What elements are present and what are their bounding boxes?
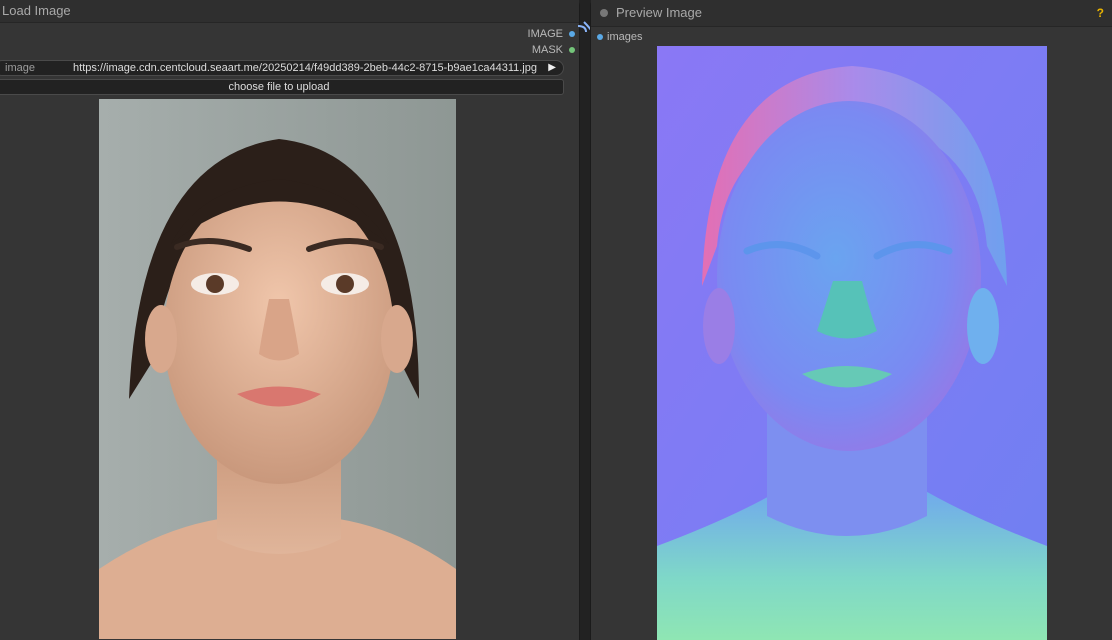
image-combo-widget[interactable]: image https://image.cdn.centcloud.seaart… (0, 60, 564, 76)
input-images-slot[interactable] (597, 34, 603, 40)
image-widget-label: image (5, 62, 35, 74)
load-image-title-bar[interactable]: Load Image (0, 0, 579, 23)
preview-normal-map-image (657, 46, 1047, 640)
load-image-node[interactable]: Load Image IMAGE MASK image https://imag… (0, 0, 579, 640)
preview-image-title: Preview Image (616, 5, 702, 20)
image-widget-value: https://image.cdn.centcloud.seaart.me/20… (73, 62, 537, 74)
choose-file-upload-button[interactable]: choose file to upload (0, 79, 564, 95)
input-images-label: images (607, 31, 643, 43)
load-image-title: Load Image (2, 3, 71, 18)
play-right-icon[interactable]: ▶ (548, 62, 556, 73)
output-image-slot[interactable] (569, 31, 575, 37)
output-image-label: IMAGE (527, 28, 563, 40)
question-mark-icon[interactable]: ? (1097, 6, 1104, 20)
output-mask-label: MASK (531, 44, 563, 56)
node-collapse-dot-icon[interactable] (600, 9, 608, 17)
output-mask-slot[interactable] (569, 47, 575, 53)
preview-image-node[interactable]: Preview Image ? images (591, 0, 1112, 640)
preview-image-title-bar[interactable]: Preview Image ? (591, 0, 1112, 27)
source-portrait-image (99, 99, 456, 639)
